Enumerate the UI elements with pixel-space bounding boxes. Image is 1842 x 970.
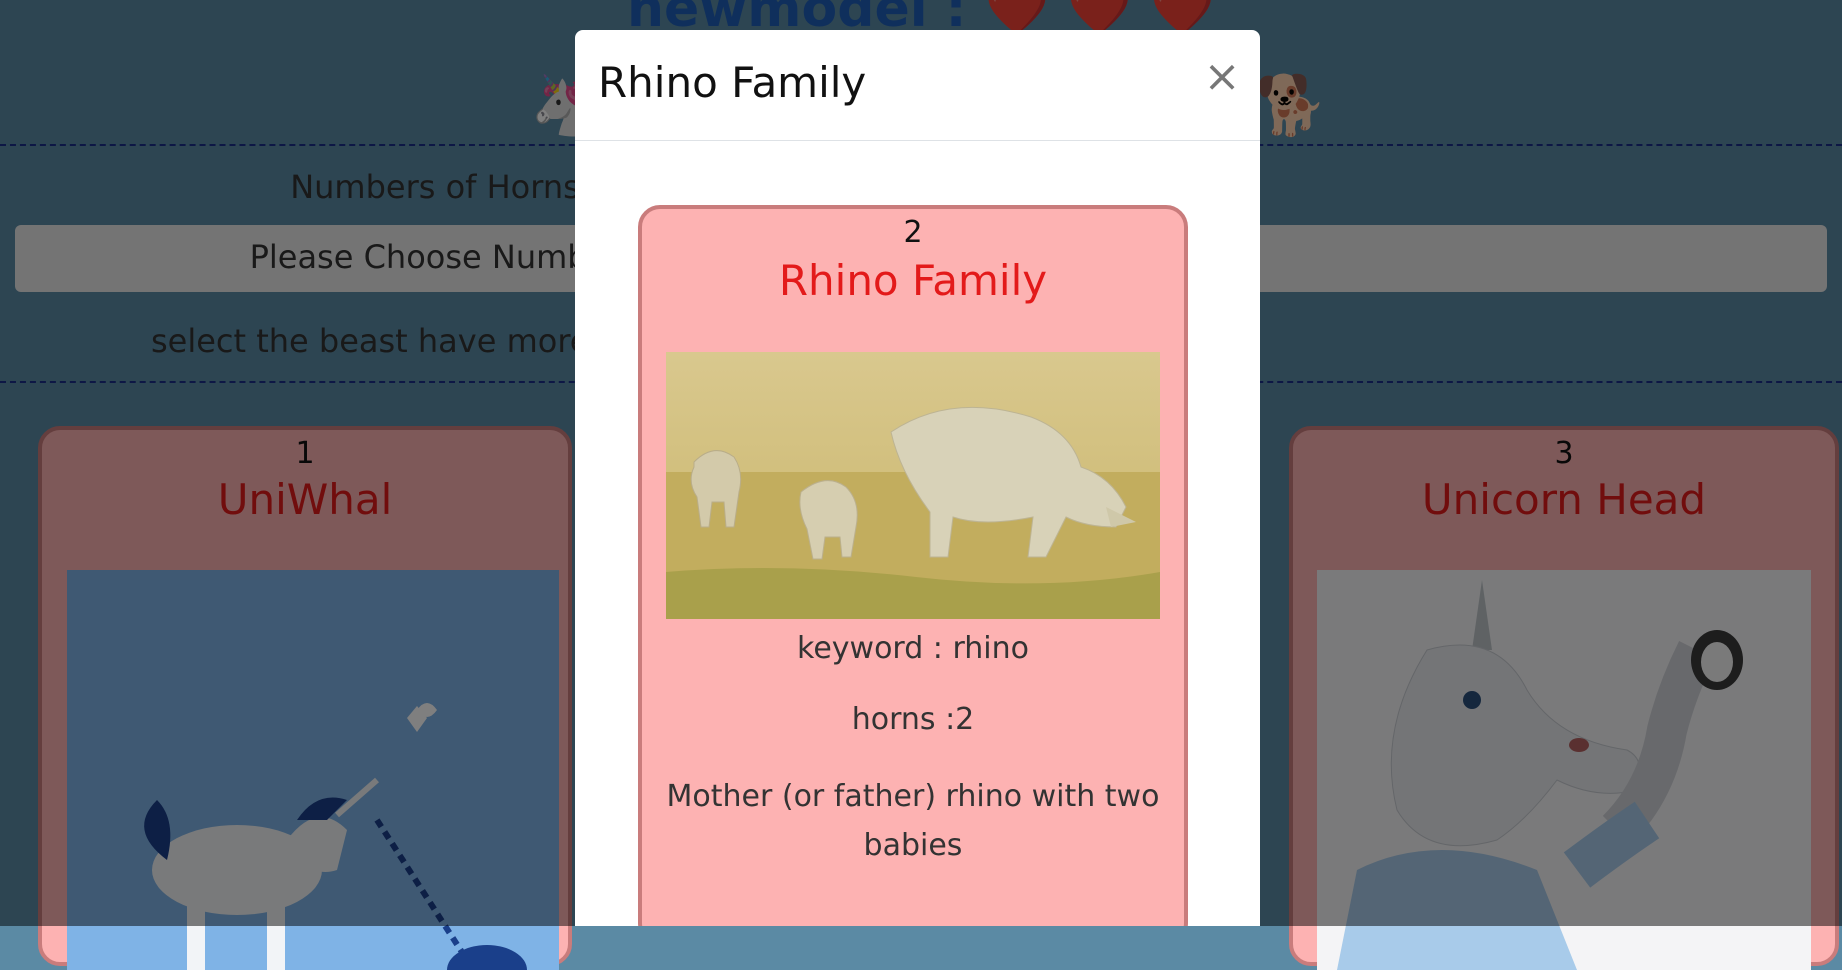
card-title: Rhino Family (778, 256, 1048, 305)
modal-beast-card: 2 Rhino Family keyword: rhino horns:2 … (638, 205, 1188, 926)
card-description: Mother (or father) rhino with two babies (666, 779, 1160, 863)
rhino-family-image (666, 352, 1160, 619)
card-horns: horns :2 (851, 702, 975, 737)
card-number: 2 (903, 215, 923, 250)
close-icon[interactable]: × (1202, 55, 1242, 99)
modal-header: Rhino Family × (575, 30, 1260, 141)
card-keyword: keyword : rhino (797, 631, 1029, 666)
beast-modal: Rhino Family × 2 Rhino Family keyword: … (575, 30, 1260, 926)
modal-title: Rhino Family (598, 58, 867, 107)
